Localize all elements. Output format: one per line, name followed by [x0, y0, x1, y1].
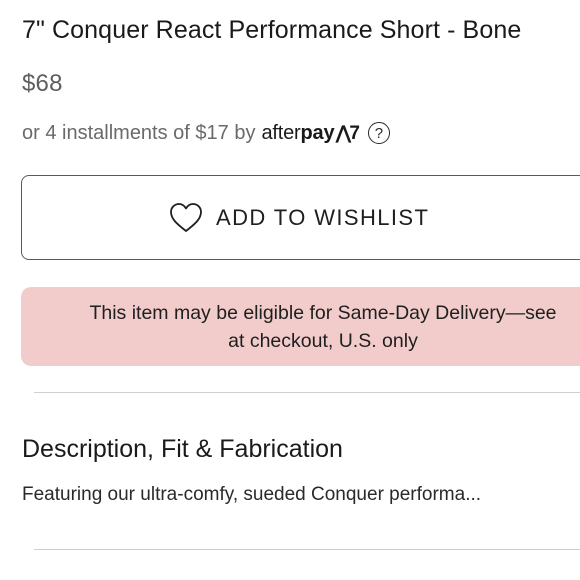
same-day-delivery-banner: This item may be eligible for Same-Day D…: [21, 287, 580, 366]
afterpay-logo[interactable]: after pay ⋀7: [261, 121, 360, 145]
installments-info: or 4 installments of $17 by after pay ⋀7 ?: [22, 120, 390, 146]
afterpay-mark-icon: ⋀7: [335, 122, 360, 144]
section-divider: [34, 392, 580, 393]
delivery-banner-line-1: This item may be eligible for Same-Day D…: [89, 302, 557, 324]
product-title: 7" Conquer React Performance Short - Bon…: [22, 16, 522, 44]
delivery-banner-text: This item may be eligible for Same-Day D…: [21, 299, 580, 355]
description-preview-text: Featuring our ultra-comfy, sueded Conque…: [22, 484, 482, 505]
installments-text: or 4 installments of $17 by: [22, 121, 256, 144]
afterpay-logo-pay: pay: [300, 121, 335, 144]
wishlist-button-label: ADD TO WISHLIST: [216, 205, 430, 230]
description-section-heading[interactable]: Description, Fit & Fabrication: [22, 435, 343, 464]
delivery-banner-line-2: at checkout, U.S. only: [228, 330, 418, 352]
add-to-wishlist-button[interactable]: ADD TO WISHLIST: [21, 175, 580, 260]
product-detail-page: 7" Conquer React Performance Short - Bon…: [0, 0, 580, 580]
product-price: $68: [22, 70, 63, 97]
heart-outline-icon: [169, 202, 203, 234]
section-divider-bottom: [34, 549, 580, 550]
wishlist-button-content: ADD TO WISHLIST: [169, 202, 429, 234]
question-circle-icon[interactable]: ?: [367, 122, 390, 144]
afterpay-logo-after: after: [261, 121, 301, 144]
